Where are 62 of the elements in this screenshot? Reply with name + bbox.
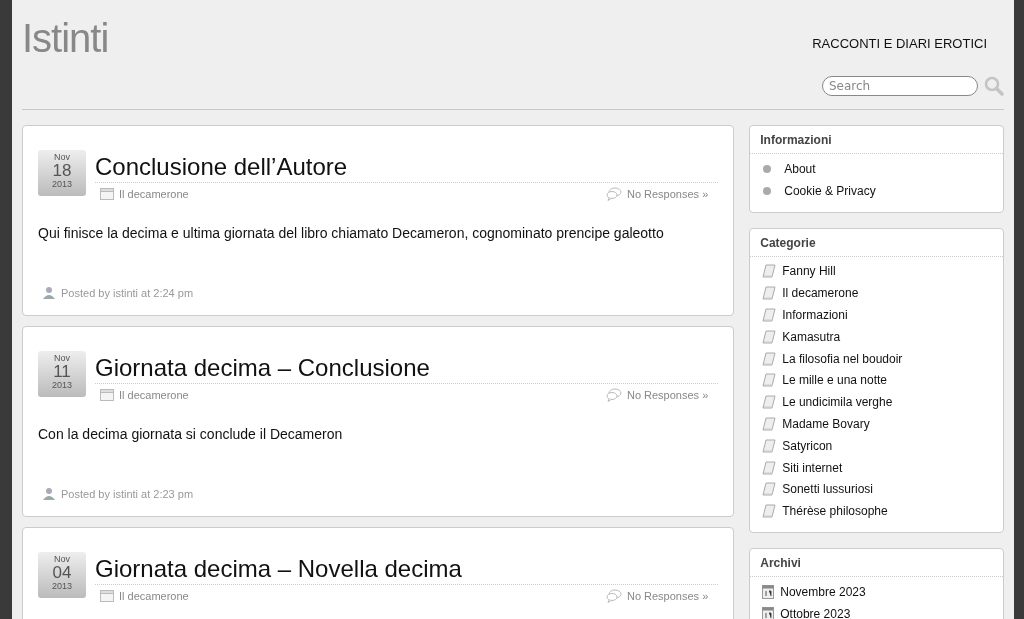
category-link[interactable]: Il decamerone bbox=[119, 389, 189, 401]
date-badge: Nov 11 2013 bbox=[38, 351, 86, 397]
book-icon bbox=[762, 438, 777, 453]
comments-link[interactable]: No Responses » bbox=[626, 389, 709, 401]
comments-link[interactable]: No Responses » bbox=[626, 188, 709, 200]
date-badge: Nov 18 2013 bbox=[38, 150, 86, 196]
sidebar-link[interactable]: Il decamerone bbox=[782, 286, 859, 301]
folder-icon bbox=[100, 188, 114, 200]
calendar-icon bbox=[762, 585, 775, 600]
book-icon bbox=[762, 286, 777, 301]
folder-icon bbox=[100, 389, 114, 401]
sidebar-link[interactable]: Informazioni bbox=[782, 308, 848, 323]
sidebar-link[interactable]: Siti internet bbox=[782, 460, 843, 475]
speech-bubble-icon bbox=[605, 388, 622, 402]
post-title[interactable]: Giornata decima – Novella decima bbox=[95, 554, 719, 584]
book-icon bbox=[762, 329, 777, 344]
date-badge: Nov 04 2013 bbox=[38, 552, 86, 598]
user-icon bbox=[43, 487, 55, 500]
post-byline: Posted by istinti at 2:24 pm bbox=[61, 286, 194, 299]
bullet-icon bbox=[763, 164, 772, 173]
sidebar-link[interactable]: Satyricon bbox=[782, 438, 833, 453]
book-icon bbox=[762, 308, 777, 323]
folder-icon bbox=[100, 590, 114, 602]
sidebar-link[interactable]: Le undicimila verghe bbox=[782, 395, 893, 410]
post-excerpt: Con la decima giornata si conclude il Decameron bbox=[38, 426, 344, 442]
category-link[interactable]: Il decamerone bbox=[119, 188, 189, 200]
widget-title: Categorie bbox=[750, 228, 1003, 257]
sidebar-link[interactable]: Novembre 2023 bbox=[780, 585, 866, 600]
speech-bubble-icon bbox=[605, 589, 622, 603]
bullet-icon bbox=[763, 186, 772, 195]
sidebar-link[interactable]: Ottobre 2023 bbox=[780, 606, 851, 619]
book-icon bbox=[762, 373, 777, 388]
post-title[interactable]: Giornata decima – Conclusione bbox=[95, 353, 719, 383]
book-icon bbox=[762, 460, 777, 475]
user-icon bbox=[43, 286, 55, 299]
sidebar-link[interactable]: Le mille e una notte bbox=[782, 373, 887, 388]
post-title[interactable]: Conclusione dell’Autore bbox=[95, 152, 719, 182]
widget-title: Informazioni bbox=[750, 126, 1003, 154]
book-icon bbox=[762, 482, 777, 497]
book-icon bbox=[762, 351, 777, 366]
sidebar-link[interactable]: La filosofia nel boudoir bbox=[782, 351, 903, 366]
post-byline: Posted by istinti at 2:23 pm bbox=[61, 487, 194, 500]
book-icon bbox=[762, 264, 777, 279]
book-icon bbox=[762, 504, 777, 519]
sidebar-link[interactable]: Fanny Hill bbox=[782, 264, 836, 279]
sidebar-link[interactable]: Madame Bovary bbox=[782, 417, 870, 432]
sidebar-link[interactable]: Thérèse philosophe bbox=[782, 504, 888, 519]
comments-link[interactable]: No Responses » bbox=[626, 590, 709, 602]
category-link[interactable]: Il decamerone bbox=[119, 590, 189, 602]
search-icon[interactable] bbox=[984, 76, 1004, 96]
post-excerpt: Qui finisce la decima e ultima giornata del libro chiamato Decameron, cognominato prencipe galeotto bbox=[38, 225, 665, 241]
book-icon bbox=[762, 417, 777, 432]
search-field[interactable]: Search bbox=[822, 76, 978, 96]
book-icon bbox=[762, 395, 777, 410]
sidebar-link[interactable]: Sonetti lussuriosi bbox=[782, 482, 873, 497]
widget-title: Archivi bbox=[750, 549, 1003, 578]
speech-bubble-icon bbox=[605, 187, 622, 201]
calendar-icon bbox=[762, 606, 775, 619]
sidebar-link[interactable]: Cookie & Privacy bbox=[784, 183, 876, 198]
sidebar-link[interactable]: About bbox=[784, 161, 816, 176]
site-tagline: RACCONTI E DIARI EROTICI bbox=[812, 36, 987, 51]
sidebar-link[interactable]: Kamasutra bbox=[782, 329, 841, 344]
